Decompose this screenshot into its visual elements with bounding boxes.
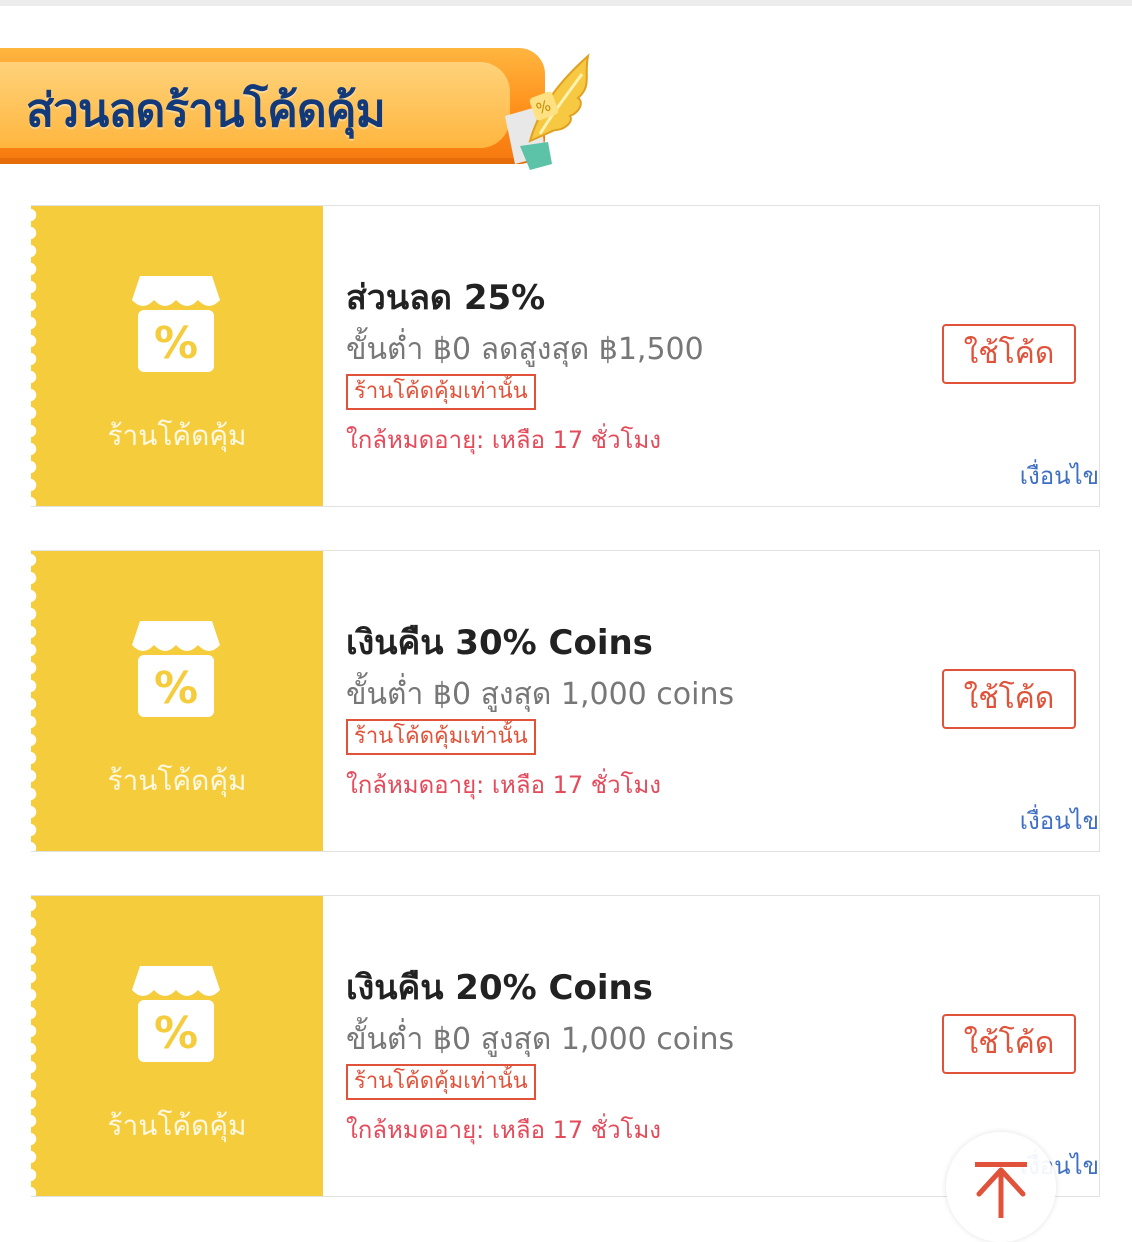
expiry-text: ใกล้หมดอายุ: เหลือ 17 ชั่วโมง — [346, 771, 661, 799]
voucher-title: ส่วนลด 25% — [346, 278, 546, 318]
shop-label: ร้านโค้ดคุ้ม — [107, 419, 247, 452]
shop-only-badge: ร้านโค้ดคุ้มเท่านั้น — [346, 719, 536, 755]
svg-text:%: % — [154, 663, 198, 714]
back-to-top-button[interactable] — [946, 1132, 1056, 1242]
voucher-condition: ขั้นต่ำ ฿0 สูงสุด 1,000 coins — [346, 677, 735, 712]
terms-link[interactable]: เงื่อนไข — [1020, 801, 1099, 840]
use-code-button[interactable]: ใช้โค้ด — [942, 669, 1076, 729]
voucher-scallop-edge — [30, 551, 42, 851]
shop-percent-icon: % — [132, 966, 220, 1062]
voucher-condition: ขั้นต่ำ ฿0 ลดสูงสุด ฿1,500 — [346, 332, 704, 367]
top-divider — [0, 0, 1132, 6]
voucher-shop-panel: % ร้านโค้ดคุ้ม — [30, 206, 323, 506]
expiry-text: ใกล้หมดอายุ: เหลือ 17 ชั่วโมง — [346, 1116, 661, 1144]
expiry-text: ใกล้หมดอายุ: เหลือ 17 ชั่วโมง — [346, 426, 661, 454]
shop-label: ร้านโค้ดคุ้ม — [107, 1109, 247, 1142]
section-banner: ส่วนลดร้านโค้ดคุ้ม % — [0, 40, 600, 180]
shop-percent-icon: % — [132, 276, 220, 372]
voucher-scallop-edge — [30, 206, 42, 506]
terms-link[interactable]: เงื่อนไข — [1020, 456, 1099, 495]
svg-text:%: % — [154, 1008, 198, 1059]
voucher-shop-panel: % ร้านโค้ดคุ้ม — [30, 896, 323, 1196]
shop-label: ร้านโค้ดคุ้ม — [107, 764, 247, 797]
shop-only-badge: ร้านโค้ดคุ้มเท่านั้น — [346, 1064, 536, 1100]
arrow-up-icon — [975, 1162, 1027, 1218]
voucher-scallop-edge — [30, 896, 42, 1196]
voucher-title: เงินคืน 20% Coins — [346, 968, 653, 1008]
shop-percent-icon: % — [132, 621, 220, 717]
section-title: ส่วนลดร้านโค้ดคุ้ม — [26, 83, 386, 137]
voucher-card: % ร้านโค้ดคุ้ม เงินคืน 20% Coins ขั้นต่ำ… — [30, 895, 1100, 1197]
use-code-button[interactable]: ใช้โค้ด — [942, 324, 1076, 384]
voucher-shop-panel: % ร้านโค้ดคุ้ม — [30, 551, 323, 851]
use-code-button[interactable]: ใช้โค้ด — [942, 1014, 1076, 1074]
shop-only-badge: ร้านโค้ดคุ้มเท่านั้น — [346, 374, 536, 410]
voucher-card: % ร้านโค้ดคุ้ม เงินคืน 30% Coins ขั้นต่ำ… — [30, 550, 1100, 852]
voucher-title: เงินคืน 30% Coins — [346, 623, 653, 663]
voucher-condition: ขั้นต่ำ ฿0 สูงสุด 1,000 coins — [346, 1022, 735, 1057]
svg-text:%: % — [154, 318, 198, 369]
wing-coupon-icon: % — [505, 53, 590, 170]
voucher-card: % ร้านโค้ดคุ้ม ส่วนลด 25% ขั้นต่ำ ฿0 ลดส… — [30, 205, 1100, 507]
